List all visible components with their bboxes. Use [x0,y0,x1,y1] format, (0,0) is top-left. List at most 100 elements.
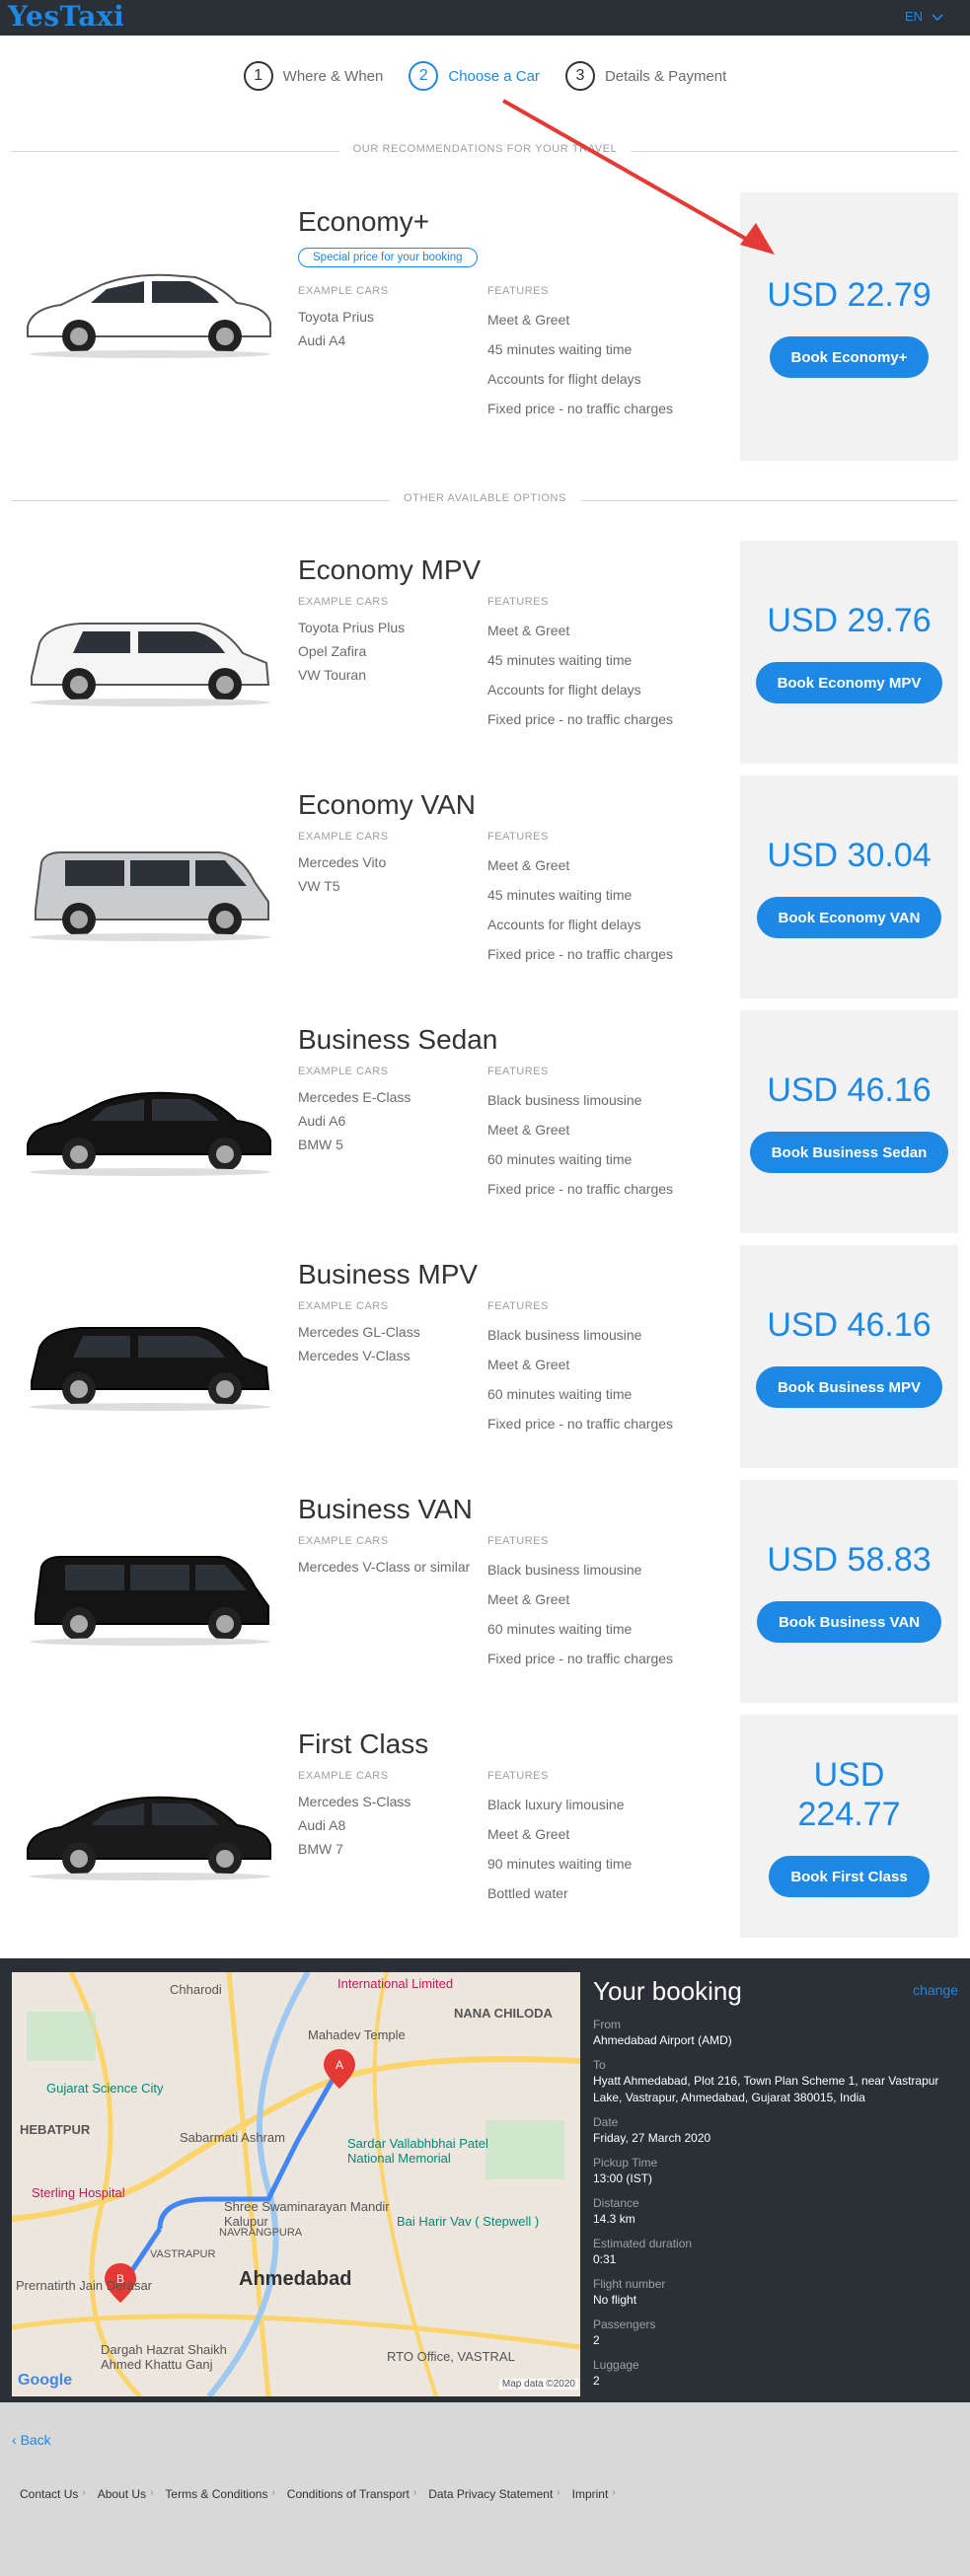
feature-item: Meet & Greet [487,1826,570,1842]
example-car: Mercedes V-Class or similar [298,1559,471,1575]
example-cars-heading: EXAMPLE CARS [298,831,389,843]
step-label: Details & Payment [604,67,727,85]
example-car: Opel Zafira [298,643,367,659]
example-car: BMW 5 [298,1137,343,1152]
section-label: OUR RECOMMENDATIONS FOR YOUR TRAVEL [338,143,632,155]
map-attribution: Map data ©2020 [498,2379,578,2390]
logo[interactable]: YesTaxi [8,0,124,33]
map-label: International Limited [337,1976,454,1991]
feature-item: Fixed price - no traffic charges [487,401,674,416]
example-car: VW T5 [298,878,340,894]
book-button[interactable]: Book Economy+ [769,336,930,378]
special-price-badge: Special price for your booking [298,248,478,267]
feature-item: Fixed price - no traffic charges [487,946,674,962]
book-button[interactable]: Book Business VAN [756,1601,942,1643]
example-car: BMW 7 [298,1841,343,1857]
booking-field-value: Hyatt Ahmedabad, Plot 216, Town Plan Sch… [593,2074,939,2104]
car-title: Business VAN [298,1494,473,1524]
booking-field-label: Date [593,2115,619,2129]
booking-title: Your booking [593,1976,742,2006]
price: USD 30.04 [767,837,932,874]
feature-item: 45 minutes waiting time [487,887,633,903]
booking-field-value: No flight [593,2293,637,2307]
car-image [12,1245,288,1468]
example-cars-heading: EXAMPLE CARS [298,1770,389,1782]
step-where-when[interactable]: 1 Where & When [243,61,384,91]
step-details-payment[interactable]: 3 Details & Payment [564,61,727,91]
book-button[interactable]: Book Economy VAN [756,897,942,938]
feature-item: Black business limousine [487,1562,642,1578]
car-title: First Class [298,1729,429,1759]
chevron-left-icon: ‹ [12,2432,21,2448]
feature-item: Fixed price - no traffic charges [487,711,674,727]
back-label: Back [20,2432,51,2448]
book-button[interactable]: Book Economy MPV [755,662,943,703]
feature-item: Accounts for flight delays [487,917,641,932]
car-info: Economy MPV EXAMPLE CARS Toyota Prius Plus… [298,554,732,734]
price: USD 46.16 [767,1306,932,1344]
feature-item: Meet & Greet [487,1591,570,1607]
feature-item: Black luxury limousine [487,1797,625,1812]
booking-field-label: Passengers [593,2318,656,2331]
feature-item: 45 minutes waiting time [487,652,633,668]
booking-field-label: Flight number [593,2277,666,2291]
footer-link[interactable]: Data Privacy Statement [428,2487,553,2501]
car-info: Economy VAN EXAMPLE CARS Mercedes Vito VW T… [298,789,732,969]
route-map[interactable]: A B Chharodi NANA CHILODA International … [12,1972,580,2396]
car-info: Business Sedan EXAMPLE CARS Mercedes E-Cla… [298,1024,732,1204]
car-option-row: Business VAN EXAMPLE CARS Mercedes V-Class… [12,1480,958,1703]
car-image [12,1715,288,1938]
footer-link[interactable]: Conditions of Transport [287,2487,410,2501]
features-heading: FEATURES [487,596,549,608]
step-label: Where & When [282,67,384,85]
price: USD 46.16 [767,1071,932,1109]
language-selector[interactable]: EN [905,9,944,24]
car-title: Economy MPV [298,554,482,585]
map-graphic: A B [12,1972,580,2396]
price: USD 224.77 [797,1756,901,1833]
book-button[interactable]: Book Business MPV [755,1366,943,1408]
feature-item: Meet & Greet [487,1122,570,1138]
map-label: NAVRANGPURA [219,2227,303,2239]
other-options-divider: OTHER AVAILABLE OPTIONS [12,490,958,510]
feature-item: Fixed price - no traffic charges [487,1651,674,1666]
example-cars-heading: EXAMPLE CARS [298,285,389,297]
footer-link[interactable]: Contact Us [20,2487,78,2501]
top-bar: YesTaxi EN [0,0,970,36]
step-choose-car[interactable]: 2 Choose a Car [409,61,540,91]
book-button[interactable]: Book Business Sedan [749,1132,949,1173]
car-image-icon [30,1327,270,1411]
booking-section: A B Chharodi NANA CHILODA International … [0,1958,970,2402]
feature-item: 60 minutes waiting time [487,1386,633,1402]
price-box: USD 30.04 Book Economy VAN [740,775,958,998]
car-title: Economy VAN [298,789,476,820]
booking-field-value: 2 [593,2333,600,2347]
booking-field-label: Luggage [593,2358,639,2372]
feature-item: Meet & Greet [487,1357,570,1372]
example-car: Mercedes V-Class [298,1348,410,1363]
car-image-icon [27,273,271,358]
price-box: USD 29.76 Book Economy MPV [740,541,958,764]
chevron-right-icon: › [150,2487,154,2498]
feature-item: Bottled water [487,1885,568,1901]
change-booking-link[interactable]: change [913,1982,958,1998]
price-box: USD 22.79 Book Economy+ [740,192,958,461]
footer-link[interactable]: Imprint [572,2487,609,2501]
book-button[interactable]: Book First Class [769,1856,930,1897]
chevron-down-icon [932,13,943,21]
map-label: Sardar Vallabhbhai Patel National Memori… [347,2136,488,2166]
car-image-icon [30,851,270,941]
footer-link[interactable]: Terms & Conditions [165,2487,267,2501]
example-car: Toyota Prius Plus [298,620,406,635]
feature-item: 60 minutes waiting time [487,1621,633,1637]
footer-link[interactable]: About Us [98,2487,146,2501]
booking-field-label: From [593,2018,621,2031]
feature-item: 60 minutes waiting time [487,1151,633,1167]
features-heading: FEATURES [487,1770,549,1782]
feature-item: Accounts for flight delays [487,682,641,698]
recommendations-divider: OUR RECOMMENDATIONS FOR YOUR TRAVEL [12,141,958,161]
step-number: 2 [409,61,439,91]
back-link[interactable]: ‹ Back [12,2432,51,2448]
booking-field-value: Ahmedabad Airport (AMD) [593,2033,732,2047]
example-car: VW Touran [298,667,366,683]
